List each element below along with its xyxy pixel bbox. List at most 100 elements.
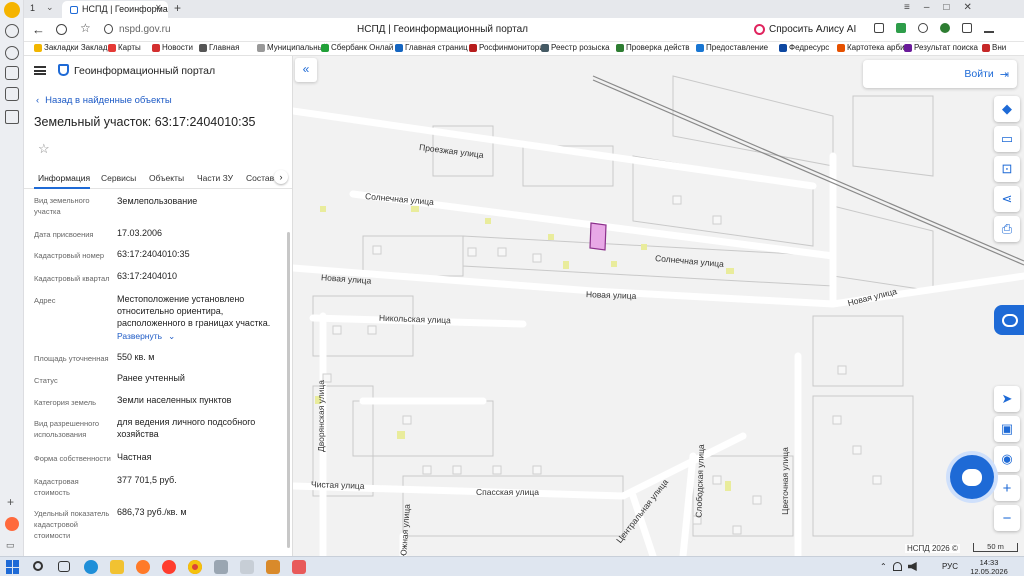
downloads-icon[interactable]	[5, 46, 19, 60]
back-link[interactable]: ‹ Назад в найденные объекты	[36, 95, 172, 106]
bookmark-item[interactable]: Вни	[982, 43, 1006, 52]
app-icon-2[interactable]	[240, 560, 254, 574]
object-title: Земельный участок: 63:17:2404010:35	[34, 115, 256, 129]
bookmark-item[interactable]: Федресурс	[779, 43, 829, 52]
portal-title[interactable]: Геоинформационный портал	[74, 65, 215, 77]
alice-icon[interactable]	[5, 517, 19, 531]
bookmark-item[interactable]: Сбербанк Онлай	[321, 43, 393, 52]
add-panel-icon[interactable]: +	[7, 495, 14, 509]
alice-button[interactable]: Спросить Алису AI	[754, 21, 856, 38]
select-area-button[interactable]: ⊡	[994, 156, 1020, 182]
pin-button[interactable]: ◉	[994, 446, 1020, 472]
tab-composition[interactable]: Состав	[246, 173, 274, 183]
app-icon-1[interactable]	[214, 560, 228, 574]
bookmark-item[interactable]: Закладки Закладк	[34, 43, 111, 52]
building	[372, 245, 382, 255]
building	[422, 465, 432, 475]
locate-button[interactable]: ➤	[994, 386, 1020, 412]
bookmark-item[interactable]: Главная страниц	[395, 43, 468, 52]
measure-ruler-button[interactable]: ▭	[994, 126, 1020, 152]
back-icon[interactable]: ←	[32, 22, 45, 37]
favorite-star-icon[interactable]: ☆	[38, 141, 50, 157]
extension-icon-3[interactable]	[918, 23, 928, 33]
building	[837, 365, 847, 375]
extension-icon-1[interactable]	[874, 23, 884, 33]
task-view-icon[interactable]	[58, 561, 70, 572]
tab-services[interactable]: Сервисы	[101, 173, 136, 183]
volume-icon[interactable]	[907, 562, 917, 571]
profile-avatar[interactable]	[4, 2, 20, 18]
bookmark-item[interactable]: Результат поиска	[904, 43, 978, 52]
tab-objects[interactable]: Объекты	[149, 173, 184, 183]
zoom-out-button[interactable]: −	[994, 505, 1020, 531]
bookmark-item[interactable]: Новости	[152, 43, 193, 52]
bookmark-item[interactable]: Карты	[108, 43, 141, 52]
maximize-icon[interactable]: □	[943, 2, 963, 13]
tab-info[interactable]: Информация	[38, 173, 90, 183]
download-icon[interactable]	[984, 23, 994, 33]
building-yellow	[641, 244, 647, 250]
close-window-icon[interactable]: ✕	[963, 2, 985, 13]
assistant-chat-button[interactable]	[950, 455, 994, 499]
browser-sidebar: + ▭	[0, 0, 24, 556]
feedback-chat-button[interactable]	[994, 305, 1024, 335]
bookmark-item[interactable]: Главная	[199, 43, 239, 52]
hamburger-menu-icon[interactable]	[34, 66, 46, 75]
share-button[interactable]: ⋖	[994, 186, 1020, 212]
yandex-browser-icon[interactable]	[162, 560, 176, 574]
back-link-label: Назад в найденные объекты	[45, 95, 172, 106]
collapse-panel-button[interactable]: «	[295, 58, 317, 82]
clock-time[interactable]: 14:33	[972, 558, 1006, 567]
explorer-icon[interactable]	[110, 560, 124, 574]
tray-chevron-icon[interactable]: ⌃	[880, 562, 887, 571]
bookmark-item[interactable]: Росфинмониторин	[469, 43, 548, 52]
document-icon[interactable]	[5, 110, 19, 124]
app-icon-3[interactable]	[266, 560, 280, 574]
bookmark-item[interactable]: Предоставление	[696, 43, 768, 52]
print-button[interactable]: ⎙	[994, 216, 1020, 242]
tab-close-icon[interactable]: ✕	[155, 3, 162, 12]
extension-icon-5[interactable]	[962, 23, 972, 33]
basemap-button[interactable]: ▣	[994, 416, 1020, 442]
zoom-in-button[interactable]: +	[994, 475, 1020, 501]
url-text[interactable]: nspd.gov.ru	[119, 24, 171, 35]
bookmark-item[interactable]: Картотека арбит	[837, 43, 908, 52]
new-tab-button[interactable]: +	[174, 1, 181, 15]
tabs-next-icon[interactable]: ›	[274, 170, 288, 184]
building-yellow	[485, 218, 491, 224]
collapse-icon[interactable]: ▭	[6, 540, 15, 551]
wifi-icon[interactable]	[892, 562, 902, 571]
map-canvas[interactable]: Проезжая улица Солнечная улица Солнечная…	[293, 56, 1024, 556]
label-land-category: Категория земель	[34, 398, 97, 407]
value-cadastral-quarter[interactable]: 63:17:2404010	[117, 270, 287, 282]
one-icon[interactable]	[5, 87, 19, 101]
star-bookmark-icon[interactable]: ☆	[80, 21, 91, 35]
minimize-icon[interactable]: –	[924, 2, 944, 13]
tab-active[interactable]: НСПД | Геоинформац	[62, 1, 168, 18]
chrome-icon[interactable]	[188, 560, 202, 574]
building	[852, 445, 862, 455]
expand-link[interactable]: Развернуть ⌄	[117, 331, 175, 342]
bookmark-item[interactable]: Реестр розыска	[541, 43, 610, 52]
app-icon-4[interactable]	[292, 560, 306, 574]
login-button[interactable]: Войти ⇥	[863, 60, 1017, 88]
history-icon[interactable]	[5, 24, 19, 38]
yandex-id-icon[interactable]	[56, 24, 67, 35]
extension-icon-4[interactable]	[940, 23, 950, 33]
tab-list-chevron-icon[interactable]: ⌄	[46, 2, 54, 13]
bookmark-item[interactable]: Проверка действ	[616, 43, 690, 52]
panel-scrollbar[interactable]	[287, 232, 290, 548]
clock-date[interactable]: 12.05.2026	[966, 567, 1012, 576]
extension-icon-2[interactable]	[896, 23, 906, 33]
language-indicator[interactable]: РУС	[942, 562, 958, 571]
edge-icon[interactable]	[84, 560, 98, 574]
firefox-icon[interactable]	[136, 560, 150, 574]
tab-parts[interactable]: Части ЗУ	[197, 173, 233, 183]
bookmark-item[interactable]: Муниципальный	[257, 43, 328, 52]
layers-button[interactable]: ◆	[994, 96, 1020, 122]
search-icon[interactable]	[33, 561, 43, 571]
menu-icon[interactable]: ≡	[904, 2, 924, 13]
video-icon[interactable]	[5, 66, 19, 80]
start-icon[interactable]	[6, 560, 20, 574]
tab-counter[interactable]: 1	[30, 3, 35, 13]
